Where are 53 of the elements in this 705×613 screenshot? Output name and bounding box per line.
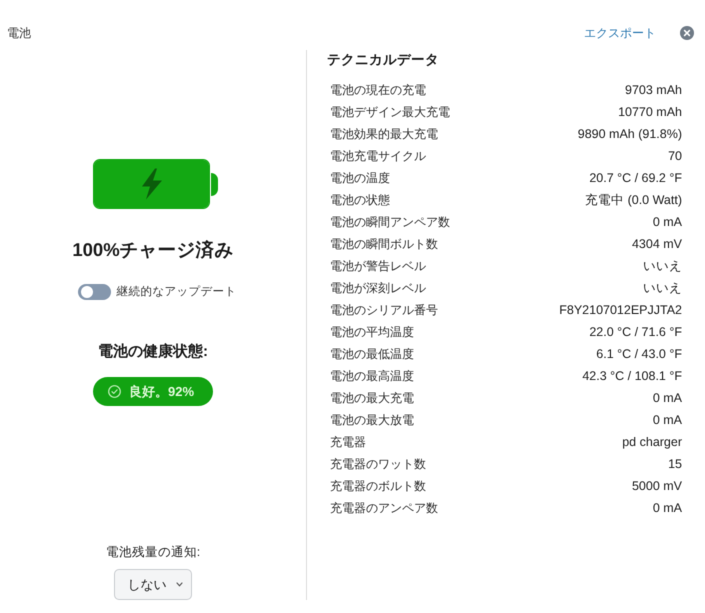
data-value: 0 mA [652, 413, 682, 427]
toggle-switch[interactable] [78, 284, 110, 300]
data-label: 電池の最大充電 [330, 390, 414, 406]
data-label: 電池が深刻レベル [330, 280, 426, 296]
data-value: 10770 mAh [618, 105, 682, 119]
close-icon[interactable] [680, 26, 694, 40]
data-label: 電池の最低温度 [330, 346, 414, 362]
data-label: 電池効果的最大充電 [330, 126, 438, 142]
data-label: 電池充電サイクル [330, 148, 426, 164]
data-label: 電池の瞬間ボルト数 [330, 236, 438, 252]
data-label: 充電器 [330, 434, 366, 450]
data-value: 15 [668, 457, 682, 471]
data-label: 充電器のアンペア数 [330, 500, 438, 516]
data-value: F8Y2107012EPJJTA2 [559, 303, 682, 317]
data-label: 充電器のワット数 [330, 456, 426, 472]
notification-label: 電池残量の通知: [106, 544, 200, 560]
data-label: 電池の最大放電 [330, 412, 414, 428]
data-label: 充電器のボルト数 [330, 478, 426, 494]
data-label: 電池の最高温度 [330, 368, 414, 384]
data-label: 電池の平均温度 [330, 324, 414, 340]
data-value: 0 mA [652, 391, 682, 405]
window-title: 電池 [7, 25, 31, 42]
data-value: 42.3 °C / 108.1 °F [582, 369, 682, 383]
chevron-down-icon [176, 582, 182, 587]
health-heading: 電池の健康状態: [98, 342, 208, 362]
data-value: 4304 mV [632, 237, 682, 251]
data-value: 6.1 °C / 43.0 °F [596, 347, 682, 361]
data-value: 5000 mV [632, 479, 682, 493]
data-value: pd charger [622, 435, 682, 449]
export-link[interactable]: エクスポート [584, 24, 656, 42]
data-label: 電池の現在の充電 [330, 82, 426, 98]
data-label: 電池のシリアル番号 [330, 302, 438, 318]
data-label: 電池が警告レベル [330, 258, 426, 274]
data-value: 22.0 °C / 71.6 °F [589, 325, 682, 339]
data-value: 9703 mAh [625, 83, 682, 97]
check-circle-icon [108, 385, 121, 398]
data-value: 9890 mAh (91.8%) [578, 127, 682, 141]
data-value: 0 mA [652, 501, 682, 515]
notification-dropdown[interactable]: しない [114, 569, 192, 600]
data-value: 0 mA [652, 215, 682, 229]
data-value: 20.7 °C / 69.2 °F [589, 171, 682, 185]
health-status: 良好。92% [128, 384, 194, 400]
data-value: 充電中 (0.0 Watt) [585, 192, 682, 208]
data-label: 電池デザイン最大充電 [330, 104, 450, 120]
toggle-label: 継続的なアップデート [116, 284, 236, 300]
data-label: 電池の状態 [330, 192, 390, 208]
data-label: 電池の瞬間アンペア数 [330, 214, 450, 230]
charge-status: 100%チャージ済み [72, 238, 234, 262]
data-value: 70 [668, 149, 682, 163]
data-label: 電池の温度 [330, 170, 390, 186]
data-value: いいえ [643, 280, 682, 296]
section-title: テクニカルデータ [327, 51, 440, 69]
data-value: いいえ [643, 258, 682, 274]
